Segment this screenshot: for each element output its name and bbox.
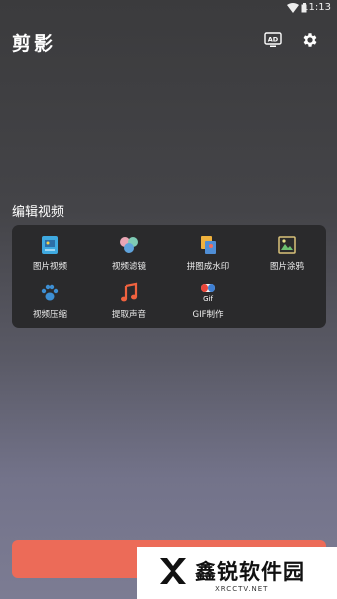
watermark-logo-icon — [160, 558, 186, 584]
extract-audio-icon — [121, 282, 138, 302]
tool-gif-maker[interactable]: Gif GIF制作 — [173, 282, 243, 326]
picture-doodle-icon — [278, 236, 296, 254]
gif-icon-text: Gif — [203, 295, 213, 303]
status-bar: 11:13 — [0, 0, 337, 18]
tool-video-filter[interactable]: 视频滤镜 — [94, 234, 164, 278]
tool-extract-audio[interactable]: 提取声音 — [94, 282, 164, 326]
video-compress-icon — [41, 284, 59, 301]
tool-picture-doodle[interactable]: 图片涂鸦 — [252, 234, 322, 278]
gif-maker-icon: Gif — [201, 284, 215, 303]
ad-icon[interactable]: AD — [264, 32, 282, 48]
section-title: 编辑视频 — [12, 205, 65, 220]
tool-label: 视频压缩 — [32, 310, 67, 320]
status-time: 11:13 — [302, 2, 331, 13]
tool-label: 提取声音 — [111, 310, 146, 320]
tool-photo-video[interactable]: 图片视频 — [15, 234, 85, 278]
puzzle-watermark-icon — [201, 236, 216, 254]
tool-label: 拼图成水印 — [186, 262, 230, 272]
watermark-text: 鑫锐软件园 — [195, 560, 305, 584]
tool-label: GIF制作 — [192, 310, 224, 320]
watermark-url: XRCCTV.NET — [215, 585, 269, 593]
tool-label: 视频滤镜 — [111, 262, 146, 272]
ad-label: AD — [268, 36, 279, 44]
tools-panel: 图片视频 视频滤镜 拼图成水印 图片涂鸦 视频压缩 提取声音 Gif GIF制作 — [12, 225, 326, 328]
tool-label: 图片视频 — [32, 262, 67, 272]
app-bar: 剪影 AD — [0, 22, 337, 62]
tool-puzzle-watermark[interactable]: 拼图成水印 — [173, 234, 243, 278]
gear-icon[interactable] — [301, 31, 319, 49]
tool-video-compress[interactable]: 视频压缩 — [15, 282, 85, 326]
wifi-icon — [287, 3, 299, 13]
tool-label: 图片涂鸦 — [269, 262, 304, 272]
photo-video-icon — [42, 236, 58, 254]
watermark: 鑫锐软件园 XRCCTV.NET — [137, 547, 337, 599]
app-title: 剪影 — [12, 33, 57, 55]
video-filter-icon — [120, 237, 138, 253]
